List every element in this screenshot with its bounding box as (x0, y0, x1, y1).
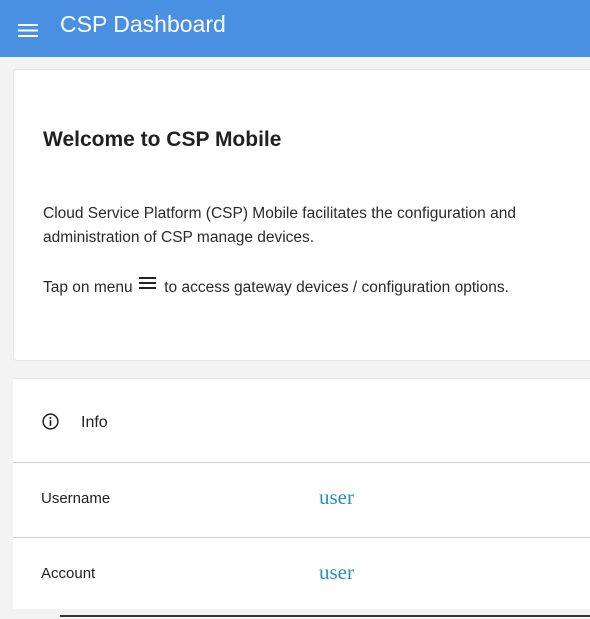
tap-prefix-text: Tap on menu (43, 279, 133, 296)
welcome-card: Welcome to CSP Mobile Cloud Service Plat… (13, 69, 590, 361)
info-row-username: Username user (13, 463, 590, 538)
account-value: user (319, 560, 354, 584)
main-content: Welcome to CSP Mobile Cloud Service Plat… (0, 57, 590, 619)
app-title: CSP Dashboard (60, 11, 226, 37)
account-label: Account (41, 565, 96, 582)
username-value: user (319, 485, 354, 509)
tap-suffix-text: to access gateway devices / configuratio… (164, 279, 509, 296)
username-label: Username (41, 490, 111, 507)
app-bar: CSP Dashboard (0, 0, 590, 57)
bottom-divider (60, 615, 590, 617)
info-row-account: Account user (13, 538, 590, 610)
hamburger-menu-icon (138, 277, 156, 289)
hamburger-menu-icon (18, 23, 38, 37)
welcome-instructions: Tap on menu to access gateway devices / … (43, 276, 583, 300)
info-label: Info (81, 414, 108, 431)
info-header: Info (13, 379, 590, 463)
info-circle-icon (42, 413, 59, 430)
info-card: Info Username user Account user (13, 378, 590, 609)
welcome-description: Cloud Service Platform (CSP) Mobile faci… (43, 205, 516, 246)
menu-button[interactable] (0, 0, 58, 57)
welcome-title: Welcome to CSP Mobile (43, 128, 282, 151)
